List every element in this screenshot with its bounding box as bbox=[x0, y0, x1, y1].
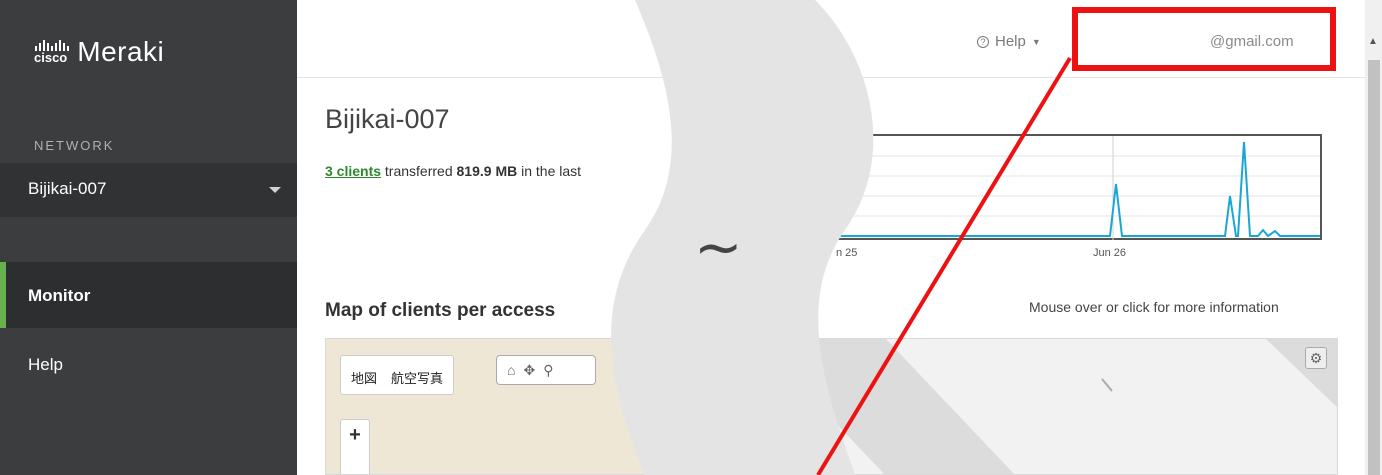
scroll-up-icon[interactable]: ▲ bbox=[1368, 36, 1378, 47]
x-tick-label: Jun 26 bbox=[1093, 247, 1127, 259]
home-icon[interactable]: ⌂ bbox=[507, 362, 515, 378]
cisco-logo: cisco bbox=[34, 40, 69, 65]
logo[interactable]: cisco Meraki bbox=[34, 36, 164, 68]
map-section-title: Map of clients per access bbox=[325, 300, 556, 321]
search-icon[interactable]: ⚲ bbox=[543, 362, 553, 379]
help-menu-button[interactable]: ? Help ▼ bbox=[977, 33, 1041, 50]
usage-chart[interactable] bbox=[820, 134, 1322, 240]
sidebar-item-help[interactable]: Help bbox=[0, 331, 297, 397]
scrollbar-thumb[interactable] bbox=[1368, 60, 1380, 475]
meraki-wordmark: Meraki bbox=[77, 36, 165, 67]
sidebar: cisco Meraki NETWORK Bijikai-007 Monitor… bbox=[0, 0, 297, 475]
map-type-aerial-button[interactable]: 航空写真 bbox=[391, 368, 443, 386]
summary-text-tail: in the last bbox=[521, 163, 582, 179]
map-type-control: 地図 航空写真 bbox=[340, 355, 455, 395]
sidebar-item-label: Monitor bbox=[28, 286, 91, 305]
network-selector[interactable]: Bijikai-007 bbox=[0, 163, 297, 217]
chevron-down-icon bbox=[269, 187, 281, 193]
chevron-down-icon: ▼ bbox=[1031, 36, 1041, 47]
gear-icon[interactable]: ⚙ bbox=[1305, 347, 1327, 369]
zoom-in-button[interactable]: + bbox=[341, 420, 369, 450]
network-section-label: NETWORK bbox=[34, 138, 115, 153]
summary-amount: 819.9 MB bbox=[456, 163, 518, 179]
sidebar-item-monitor[interactable]: Monitor bbox=[0, 262, 297, 328]
map-hint: Mouse over or click for more information bbox=[1029, 299, 1279, 315]
cisco-bars-icon bbox=[35, 40, 69, 51]
clients-link[interactable]: 3 clients bbox=[325, 163, 381, 179]
cisco-wordmark: cisco bbox=[34, 50, 68, 65]
summary-text: transferred bbox=[384, 163, 453, 179]
sidebar-item-label: Help bbox=[28, 355, 63, 374]
map-type-map-button[interactable]: 地図 bbox=[351, 368, 377, 386]
question-icon: ? bbox=[977, 35, 989, 48]
usage-summary: 3 clients transferred 819.9 MB in the la… bbox=[325, 163, 581, 179]
network-selector-value: Bijikai-007 bbox=[28, 179, 107, 198]
tilde-mark: ~ bbox=[694, 213, 743, 281]
move-icon[interactable]: ✥ bbox=[523, 362, 535, 379]
usage-chart-svg bbox=[820, 136, 1320, 240]
page-title: Bijikai-007 bbox=[325, 104, 450, 134]
highlight-box bbox=[1072, 7, 1336, 71]
help-label: Help bbox=[995, 33, 1026, 50]
zoom-control: + bbox=[340, 419, 370, 474]
